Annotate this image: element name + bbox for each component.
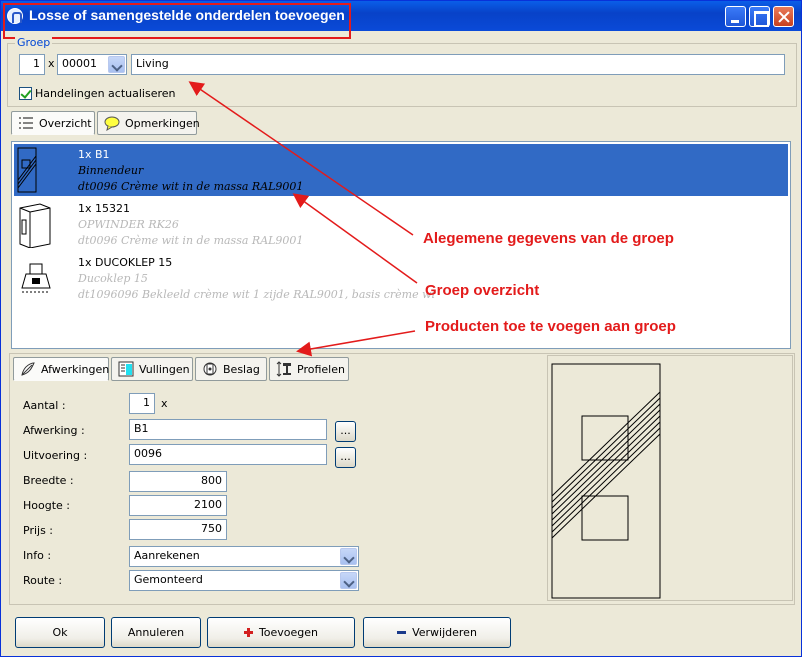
annotation-products: Producten toe te voegen aan groep <box>425 318 676 335</box>
list-item-desc: Binnendeur <box>78 164 144 177</box>
prijs-label: Prijs : <box>23 524 54 537</box>
chevron-down-icon[interactable] <box>340 572 357 589</box>
close-button[interactable] <box>773 6 794 27</box>
chevron-down-icon[interactable] <box>340 548 357 565</box>
list-item-desc: dt1096096 Bekleeld crème wit 1 zijde RAL… <box>78 288 436 301</box>
tab-afwerkingen-label: Afwerkingen <box>41 362 110 376</box>
finishing-icon <box>20 361 36 377</box>
profile-icon <box>276 361 292 377</box>
route-label: Route : <box>23 574 63 587</box>
window-opener-thumbnail-icon <box>19 203 51 248</box>
door-preview-drawing <box>551 363 661 599</box>
list-item[interactable]: 1x DUCOKLEP 15 Ducoklep 15 dt1096096 Bek… <box>14 252 788 304</box>
times-sign: x <box>48 57 55 70</box>
maximize-button[interactable] <box>749 6 770 27</box>
minus-icon <box>397 631 407 634</box>
chevron-down-icon[interactable] <box>108 56 125 73</box>
door-thumbnail-icon <box>17 147 37 193</box>
ok-button[interactable]: Ok <box>15 617 105 648</box>
remove-button[interactable]: Verwijderen <box>363 617 511 648</box>
uitvoering-input[interactable]: 0096 <box>129 444 327 465</box>
tab-overzicht-label: Overzicht <box>39 116 92 130</box>
info-select[interactable]: Aanrekenen <box>129 546 359 567</box>
door-preview-panel <box>547 355 793 601</box>
info-value: Aanrekenen <box>134 549 200 562</box>
group-name-input[interactable]: Living <box>131 54 785 75</box>
list-item[interactable]: 1x B1 Binnendeur dt0096 Crème wit in de … <box>14 144 788 196</box>
tab-beslag-label: Beslag <box>223 362 260 376</box>
afwerking-browse-button[interactable]: ... <box>335 421 356 442</box>
plus-icon <box>243 628 253 637</box>
cancel-button[interactable]: Annuleren <box>111 617 201 648</box>
add-button[interactable]: Toevoegen <box>207 617 355 648</box>
info-label: Info : <box>23 549 52 562</box>
hoogte-label: Hoogte : <box>23 499 70 512</box>
minimize-button[interactable] <box>725 6 746 27</box>
tab-opmerkingen[interactable]: Opmerkingen <box>97 111 200 135</box>
update-actions-label: Handelingen actualiseren <box>35 87 176 100</box>
vent-thumbnail-icon <box>21 263 51 293</box>
list-icon <box>18 115 34 131</box>
tab-overzicht[interactable]: Overzicht <box>11 111 95 135</box>
afwerking-label: Afwerking : <box>23 424 85 437</box>
list-item-title: 1x DUCOKLEP 15 <box>78 256 173 269</box>
list-item-desc: dt0096 Crème wit in de massa RAL9001 <box>78 180 304 193</box>
tab-profielen-label: Profielen <box>297 362 345 376</box>
tab-opmerkingen-label: Opmerkingen <box>125 116 200 130</box>
group-label: Groep <box>15 36 53 49</box>
fill-icon <box>118 361 134 377</box>
breedte-input[interactable]: 800 <box>129 471 227 492</box>
tab-beslag[interactable]: Beslag <box>195 357 267 381</box>
hoogte-input[interactable]: 2100 <box>129 495 227 516</box>
group-code-value: 00001 <box>62 57 97 70</box>
tab-vullingen-label: Vullingen <box>139 362 190 376</box>
cancel-button-label: Annuleren <box>127 626 185 639</box>
aantal-label: Aantal : <box>23 399 66 412</box>
hardware-icon <box>202 361 218 377</box>
tab-afwerkingen[interactable]: Afwerkingen <box>13 357 109 381</box>
ok-button-label: Ok <box>52 626 68 639</box>
list-item-desc: OPWINDER RK26 <box>78 218 179 231</box>
route-value: Gemonteerd <box>134 573 203 586</box>
tab-profielen[interactable]: Profielen <box>269 357 349 381</box>
group-code-select[interactable]: 00001 <box>57 54 127 75</box>
aantal-suffix: x <box>161 397 168 410</box>
dialog-window: Losse of samengestelde onderdelen toevoe… <box>0 0 802 657</box>
route-select[interactable]: Gemonteerd <box>129 570 359 591</box>
aantal-input[interactable]: 1 <box>129 393 155 414</box>
list-item-desc: dt0096 Crème wit in de massa RAL9001 <box>78 234 304 247</box>
annotation-overview: Groep overzicht <box>425 282 540 299</box>
list-item-desc: Ducoklep 15 <box>78 272 148 285</box>
title-highlight-frame <box>3 3 351 39</box>
afwerking-input[interactable]: B1 <box>129 419 327 440</box>
uitvoering-label: Uitvoering : <box>23 449 88 462</box>
annotation-general: Alegemene gegevens van de groep <box>423 230 674 247</box>
update-actions-checkbox[interactable] <box>19 87 32 100</box>
list-item-title: 1x 15321 <box>78 202 130 215</box>
remove-button-label: Verwijderen <box>412 626 477 639</box>
group-quantity-input[interactable]: 1 <box>19 54 45 75</box>
breedte-label: Breedte : <box>23 474 74 487</box>
tab-vullingen[interactable]: Vullingen <box>111 357 193 381</box>
add-button-label: Toevoegen <box>258 626 319 639</box>
speech-bubble-icon <box>104 115 120 132</box>
prijs-input[interactable]: 750 <box>129 519 227 540</box>
uitvoering-browse-button[interactable]: ... <box>335 447 356 468</box>
list-item-title: 1x B1 <box>78 148 110 161</box>
